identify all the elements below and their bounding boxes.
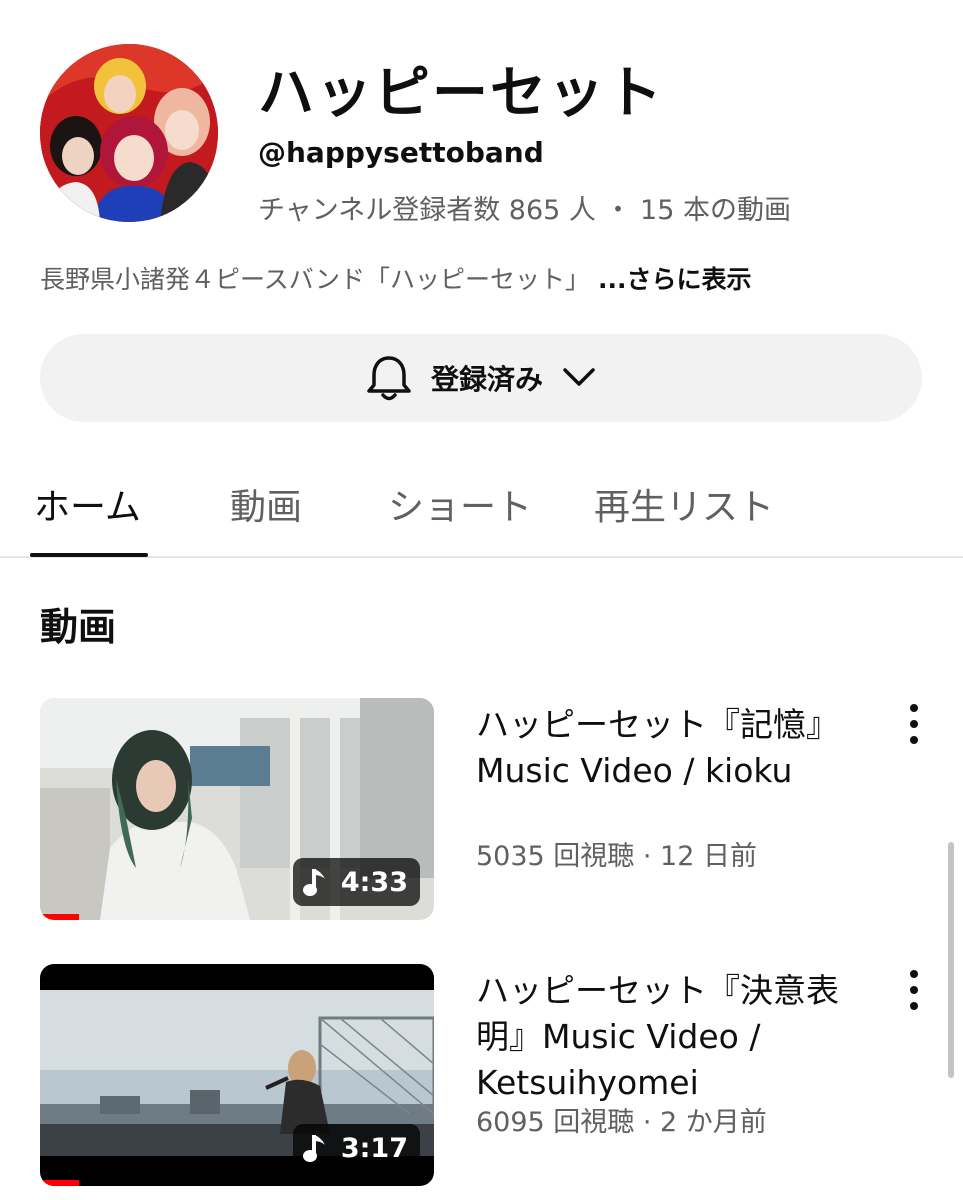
section-title: 動画 bbox=[40, 605, 117, 649]
video-item[interactable]: 3:17 ハッピーセット『決意表明』Music Video / Ketsuihy… bbox=[40, 964, 940, 1186]
bell-icon bbox=[365, 353, 413, 403]
channel-description: 長野県小諸発４ピースバンド「ハッピーセット」 bbox=[40, 265, 591, 294]
channel-stats: チャンネル登録者数 865 人 ・ 15 本の動画 bbox=[258, 195, 791, 226]
more-actions-icon[interactable] bbox=[902, 704, 926, 744]
tab-videos[interactable]: 動画 bbox=[230, 478, 302, 530]
video-meta: 6095 回視聴 · 2 か月前 bbox=[476, 1107, 767, 1138]
video-thumbnail[interactable]: 4:33 bbox=[40, 698, 434, 920]
more-actions-icon[interactable] bbox=[902, 970, 926, 1010]
show-more-link[interactable]: ...さらに表示 bbox=[598, 265, 752, 294]
channel-description-row[interactable]: 長野県小諸発４ピースバンド「ハッピーセット」 ...さらに表示 bbox=[40, 260, 751, 296]
video-title[interactable]: ハッピーセット『決意表明』Music Video / Ketsuihyomei bbox=[476, 968, 856, 1106]
music-note-icon bbox=[302, 1133, 329, 1163]
tab-shorts[interactable]: ショート bbox=[388, 478, 532, 530]
duration-text: 3:17 bbox=[340, 1132, 408, 1164]
video-meta: 5035 回視聴 · 12 日前 bbox=[476, 841, 757, 872]
subscribed-label: 登録済み bbox=[430, 363, 543, 396]
tab-playlists[interactable]: 再生リスト bbox=[594, 478, 774, 530]
channel-avatar[interactable] bbox=[40, 44, 218, 222]
video-thumbnail[interactable]: 3:17 bbox=[40, 964, 434, 1186]
duration-badge: 3:17 bbox=[292, 1124, 420, 1172]
watch-progress-bar bbox=[40, 1180, 80, 1186]
channel-tabs: ホーム 動画 ショート 再生リスト bbox=[0, 470, 963, 558]
duration-text: 4:33 bbox=[340, 866, 408, 898]
channel-page: ハッピーセット @happysettoband チャンネル登録者数 865 人 … bbox=[0, 0, 963, 1200]
video-item[interactable]: 4:33 ハッピーセット『記憶』Music Video / kioku 5035… bbox=[40, 698, 940, 920]
scrollbar[interactable] bbox=[948, 842, 954, 1078]
watch-progress-bar bbox=[40, 914, 80, 920]
channel-handle: @happysettoband bbox=[258, 136, 544, 169]
channel-name: ハッピーセット bbox=[258, 61, 664, 126]
tab-home[interactable]: ホーム bbox=[34, 478, 141, 530]
music-note-icon bbox=[302, 867, 329, 897]
chevron-down-icon bbox=[561, 366, 597, 390]
video-title[interactable]: ハッピーセット『記憶』Music Video / kioku bbox=[476, 702, 856, 794]
avatar-image bbox=[40, 44, 218, 222]
active-tab-indicator bbox=[30, 553, 148, 557]
duration-badge: 4:33 bbox=[292, 858, 420, 906]
subscribed-button[interactable]: 登録済み bbox=[40, 334, 922, 422]
